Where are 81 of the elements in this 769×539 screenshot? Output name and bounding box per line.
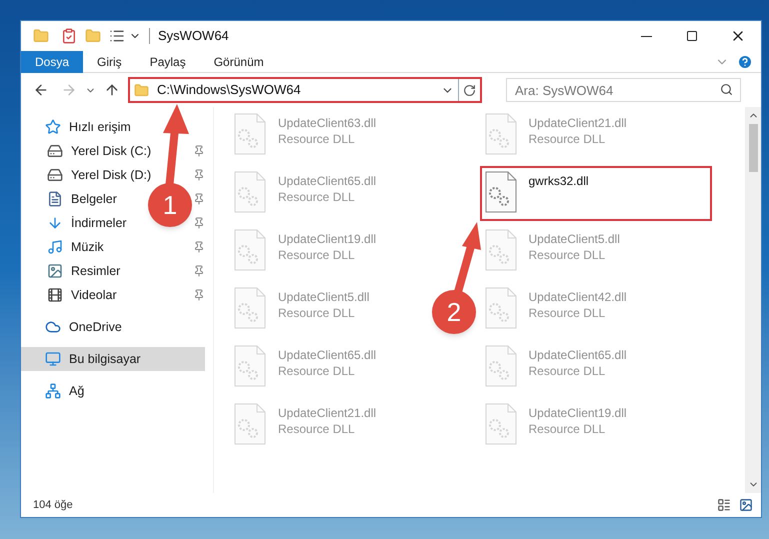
scrollbar[interactable] (745, 107, 761, 493)
dll-file-icon (484, 171, 516, 213)
file-type: Resource DLL (278, 305, 356, 321)
file-type: Resource DLL (528, 247, 606, 263)
up-icon[interactable] (104, 82, 120, 98)
file-item[interactable]: gwrks32.dll (484, 171, 706, 216)
dll-file-icon (234, 229, 266, 271)
file-type: Resource DLL (528, 421, 606, 437)
quick-icon (45, 119, 61, 135)
search-icon (720, 83, 733, 96)
music-icon (47, 239, 63, 255)
large-icons-view-icon[interactable] (739, 498, 753, 512)
sidebar-item[interactable]: Resimler (21, 259, 128, 283)
file-type: Resource DLL (528, 131, 606, 147)
file-name: UpdateClient21.dll (278, 405, 376, 421)
file-type: Resource DLL (278, 131, 356, 147)
sidebar-item[interactable]: Bu bilgisayar (21, 347, 205, 371)
file-type: Resource DLL (278, 189, 356, 205)
file-name: UpdateClient5.dll (278, 289, 370, 305)
dll-file-icon (484, 229, 516, 271)
back-icon[interactable] (33, 82, 49, 98)
address-bar[interactable]: C:\Windows\SysWOW64 (128, 77, 482, 103)
search-field[interactable]: Ara: SysWOW64 (506, 78, 741, 102)
disk-c-icon (47, 143, 63, 159)
sidebar-item[interactable]: Videolar (21, 283, 125, 307)
help-icon[interactable] (737, 54, 753, 70)
status-item-count: 104 öğe (33, 498, 73, 513)
new-folder-icon (85, 28, 101, 44)
file-name: gwrks32.dll (528, 173, 589, 189)
refresh-icon[interactable] (463, 84, 476, 96)
file-name: UpdateClient19.dll (278, 231, 376, 247)
dll-file-icon (234, 287, 266, 329)
dll-file-icon (484, 345, 516, 387)
ribbon-tab[interactable]: Giriş (83, 50, 136, 72)
properties-icon (61, 28, 77, 44)
address-path: C:\Windows\SysWOW64 (157, 81, 302, 100)
sidebar-item[interactable]: Müzik (21, 235, 112, 259)
file-type: Resource DLL (278, 247, 356, 263)
videos-icon (47, 287, 63, 303)
file-name: UpdateClient42.dll (528, 289, 627, 305)
dll-file-icon (484, 287, 516, 329)
file-name: UpdateClient21.dll (528, 115, 627, 131)
ribbon-tab[interactable]: Paylaş (136, 50, 200, 72)
dll-file-icon (234, 403, 266, 445)
sidebar-item[interactable]: OneDrive (21, 315, 130, 339)
downloads-icon (47, 215, 63, 231)
customize-icon (109, 28, 125, 44)
sidebar-item[interactable]: Ağ (21, 379, 92, 403)
window-title: SysWOW64 (158, 27, 229, 46)
network-icon (45, 383, 61, 399)
dll-file-icon (234, 171, 266, 213)
dll-file-icon (484, 403, 516, 445)
folder-icon (33, 28, 49, 44)
file-name: UpdateClient65.dll (278, 347, 376, 363)
file-name: UpdateClient65.dll (278, 173, 376, 189)
sidebar-item[interactable]: İndirmeler (21, 211, 135, 235)
maximize-icon (686, 30, 698, 42)
file-type: Resource DLL (278, 421, 356, 437)
annotation-arrow (454, 222, 481, 294)
file-type: Resource DLL (528, 305, 606, 321)
file-name: UpdateClient5.dll (528, 231, 620, 247)
ribbon-tab[interactable]: Dosya (21, 50, 84, 72)
scrollbar-thumb[interactable] (748, 124, 758, 172)
file-name: UpdateClient65.dll (528, 347, 627, 363)
dll-file-icon (234, 113, 266, 155)
file-type: Resource DLL (528, 363, 606, 379)
documents-icon (47, 191, 63, 207)
sidebar-item[interactable]: Yerel Disk (C:) (21, 139, 160, 163)
pictures-icon (47, 263, 63, 279)
sidebar-item[interactable]: Hızlı erişim (21, 115, 139, 139)
dll-file-icon (234, 345, 266, 387)
file-name: UpdateClient19.dll (528, 405, 627, 421)
file-type: Resource DLL (278, 363, 356, 379)
ribbon-tab[interactable]: Görünüm (200, 50, 278, 72)
sidebar-item[interactable]: Belgeler (21, 187, 125, 211)
cloud-icon (45, 319, 61, 335)
folder-icon (134, 82, 149, 98)
details-view-icon[interactable] (717, 498, 731, 512)
pc-icon (45, 351, 61, 367)
file-name: UpdateClient63.dll (278, 115, 376, 131)
dll-file-icon (484, 113, 516, 155)
